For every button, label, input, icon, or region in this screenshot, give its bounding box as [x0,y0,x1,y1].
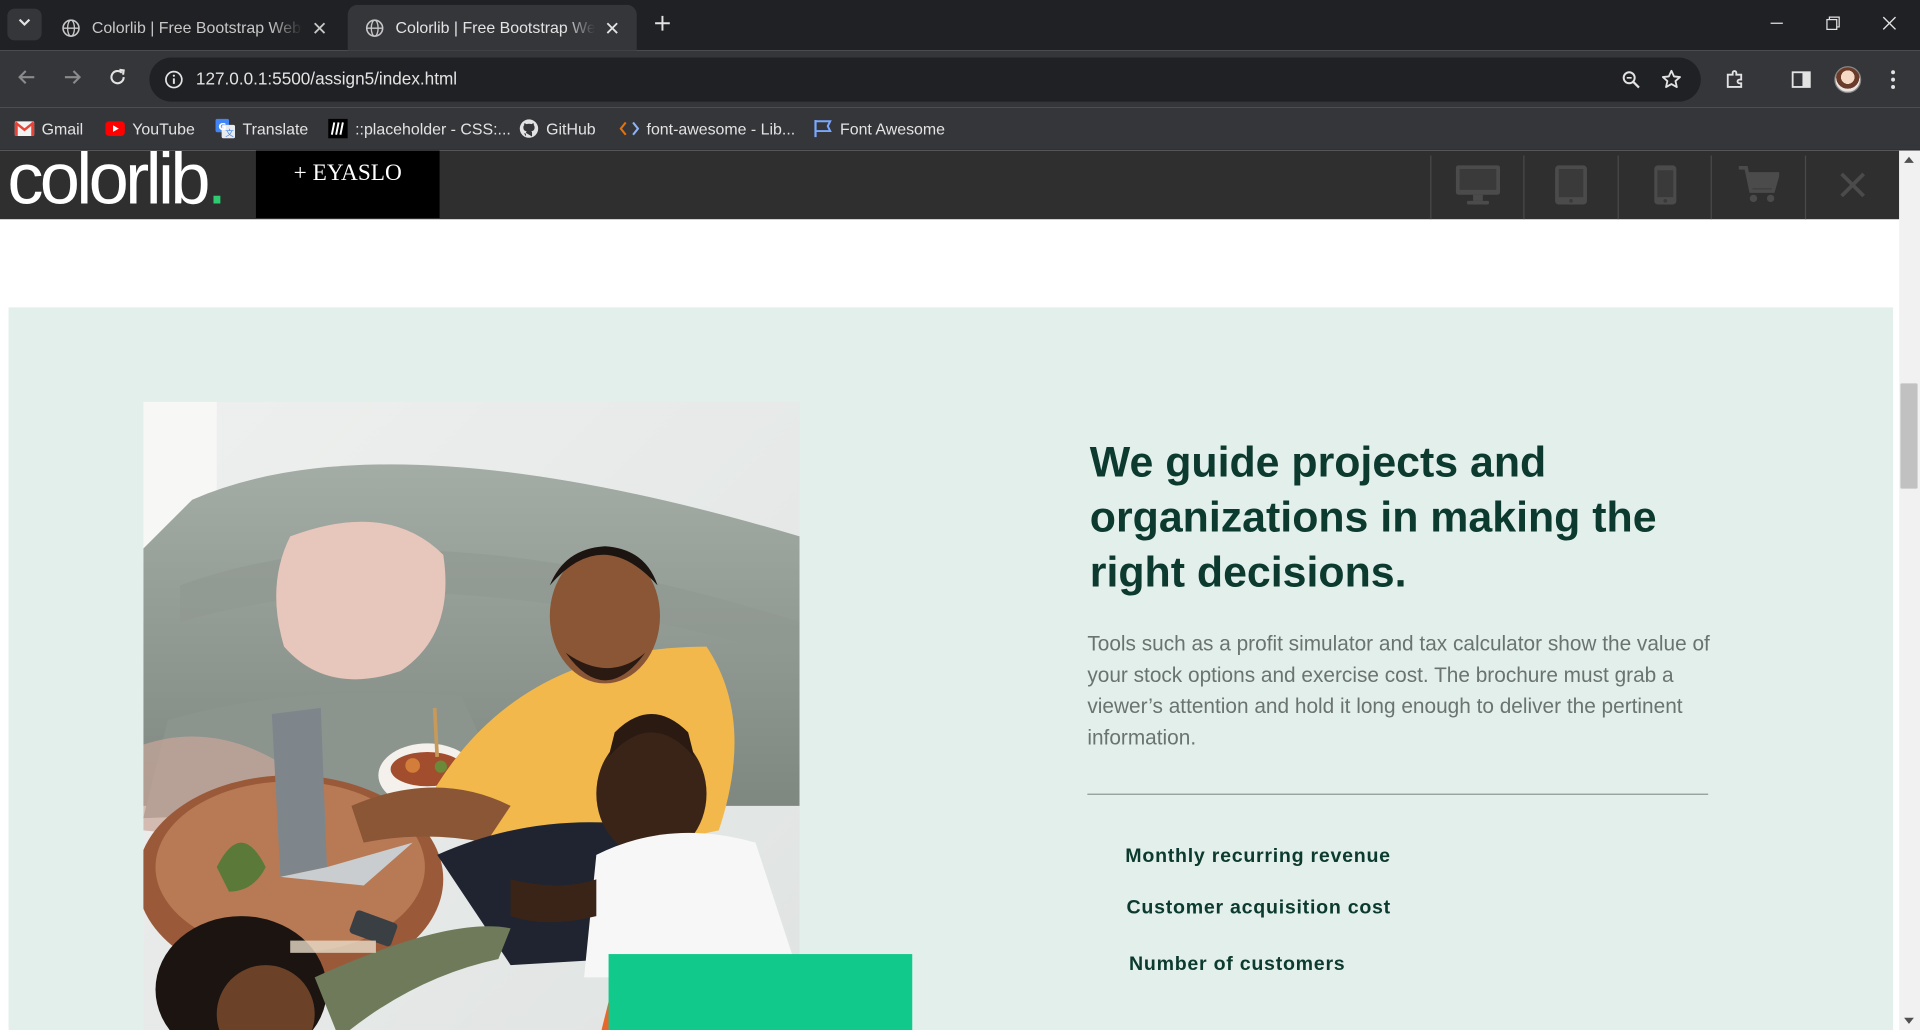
cart-button[interactable] [1710,155,1804,220]
chevron-down-icon [17,13,32,35]
template-brand[interactable]: + EYASLO [255,150,440,219]
arrow-left-icon [17,67,37,93]
profile-avatar[interactable] [1834,66,1862,94]
feature-item: Customer acquisition cost [1126,897,1391,919]
side-panel-icon[interactable] [1788,66,1815,93]
bookmark-youtube[interactable]: YouTube [105,116,195,140]
extensions-icon[interactable] [1722,66,1749,93]
close-icon [1839,171,1866,204]
globe-icon [61,18,81,38]
section-headline: We guide projects and organizations in m… [1089,438,1657,597]
new-tab-button[interactable] [647,10,679,42]
mobile-view-button[interactable] [1617,155,1711,220]
zoom-icon[interactable] [1619,67,1643,91]
reload-icon [108,67,128,93]
more-menu-icon[interactable] [1880,66,1907,93]
bookmark-font-awesome[interactable]: Font Awesome [813,116,945,140]
cart-icon [1737,165,1780,210]
mobile-icon [1652,164,1676,212]
reload-button[interactable] [100,62,134,96]
bookmark-github[interactable]: GitHub [519,116,596,140]
bookmark-font-awesome-lib[interactable]: font-awesome - Lib... [619,116,796,140]
minimize-button[interactable] [1749,0,1805,50]
bookmark-translate[interactable]: G文 Translate [215,116,309,140]
scroll-down-arrow[interactable] [1904,1017,1914,1024]
restore-button[interactable] [1805,0,1861,50]
feature-item: Number of customers [1128,954,1346,975]
tablet-view-button[interactable] [1523,155,1616,220]
tablet-icon [1553,164,1587,212]
scrollbar-thumb[interactable] [1900,383,1918,489]
page-scrollbar[interactable] [1899,150,1920,1030]
bookmark-gmail[interactable]: Gmail [14,116,84,140]
scroll-up-arrow[interactable] [1904,156,1914,163]
bookmark-mdn[interactable]: ::placeholder - CSS:... [328,116,511,140]
close-icon [1882,14,1897,36]
url-text: 127.0.0.1:5500/assign5/index.html [195,68,458,89]
tab-title: Colorlib | Free Bootstrap Website Templa… [395,18,596,37]
mdn-icon [328,118,348,139]
translate-icon: G文 [215,118,236,139]
bookmark-label: YouTube [132,119,195,138]
tab-title: Colorlib | Free Bootstrap Website Templa… [91,18,303,37]
close-window-button[interactable] [1861,0,1917,50]
gmail-icon [14,119,35,139]
svg-text:文: 文 [225,127,234,138]
close-preview-button[interactable] [1804,155,1898,220]
browser-toolbar: 127.0.0.1:5500/assign5/index.html [0,50,1920,108]
star-icon[interactable] [1659,67,1683,91]
address-bar[interactable]: 127.0.0.1:5500/assign5/index.html [149,57,1701,102]
bookmark-label: Gmail [41,119,84,138]
back-button[interactable] [10,62,44,96]
bookmark-label: Font Awesome [840,119,946,138]
colorlib-preview-bar: colorlib. + EYASLO [0,150,1900,220]
flag-icon [813,119,833,139]
arrow-right-icon [62,67,82,93]
page-viewport: colorlib. + EYASLO We guide projects and… [0,150,1920,1030]
feature-item: Monthly recurring revenue [1125,846,1391,868]
bookmark-label: GitHub [546,119,596,138]
logo-dot: . [206,150,227,220]
bookmark-label: font-awesome - Lib... [646,119,796,138]
forward-button[interactable] [55,62,89,96]
site-info-icon[interactable] [162,67,186,91]
logo-text: colorlib [7,150,210,220]
family-photo [143,401,800,1030]
divider [1087,793,1709,795]
plus-icon [654,14,671,37]
globe-icon [365,18,385,38]
about-section: We guide projects and organizations in m… [8,307,1894,1030]
tab-2[interactable]: Colorlib | Free Bootstrap Website Templa… [347,4,637,51]
close-tab-icon[interactable] [307,15,331,39]
bookmark-label: Translate [242,119,309,138]
colorlib-logo[interactable]: colorlib. [7,151,227,216]
section-paragraph: Tools such as a profit simulator and tax… [1087,631,1710,749]
desktop-view-button[interactable] [1430,155,1523,220]
youtube-icon [105,119,125,139]
github-icon [519,119,539,139]
minimize-icon [1769,14,1784,36]
tab-search-button[interactable] [7,8,42,41]
bookmarks-bar: Gmail YouTube G文 Translate ::placeholder… [0,107,1920,151]
code-icon [619,119,640,139]
close-tab-icon[interactable] [600,15,624,39]
desktop-icon [1454,164,1501,212]
accent-block [608,954,913,1030]
tab-1[interactable]: Colorlib | Free Bootstrap Website Templa… [44,5,344,50]
restore-icon [1826,14,1841,36]
bookmark-label: ::placeholder - CSS:... [355,119,511,138]
tab-strip: Colorlib | Free Bootstrap Website Templa… [0,0,1920,51]
